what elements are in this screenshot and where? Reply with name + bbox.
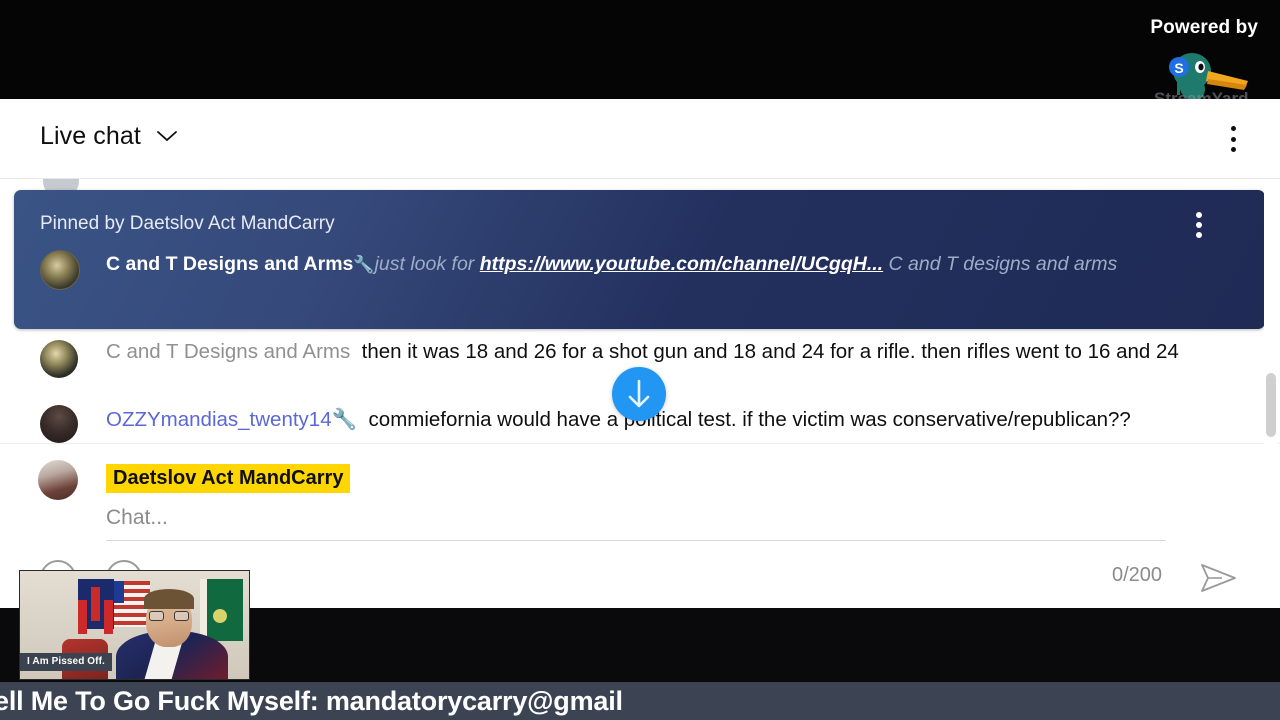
dot — [1230, 126, 1236, 131]
wrench-icon: 🔧 — [353, 255, 375, 274]
send-icon[interactable] — [1200, 561, 1238, 595]
avatar[interactable] — [40, 405, 78, 443]
pinned-message-body: C and T Designs and Arms🔧just look for h… — [106, 248, 1186, 281]
chevron-down-icon[interactable] — [156, 129, 178, 143]
dot — [1230, 136, 1236, 142]
banner-text: ell Me To Go Fuck Myself: mandatorycarry… — [0, 686, 623, 716]
scrollbar-track[interactable] — [1264, 180, 1278, 560]
dot — [1230, 147, 1236, 152]
chat-author-name[interactable]: C and T Designs and Arms — [106, 340, 350, 363]
glasses-icon — [149, 611, 189, 621]
powered-by-label: Powered by — [1150, 17, 1258, 38]
blue-flag — [78, 579, 114, 629]
bottom-banner: ell Me To Go Fuck Myself: mandatorycarry… — [0, 682, 1280, 720]
webcam-caption: I Am Pissed Off. — [20, 653, 112, 671]
arrow-down-icon — [628, 379, 650, 408]
page-title: Live chat — [40, 122, 141, 150]
chat-author-name[interactable]: OZZYmandias_twenty14 — [106, 408, 332, 431]
avatar[interactable] — [40, 340, 78, 378]
wrench-icon: 🔧 — [331, 408, 358, 431]
scrollbar-thumb[interactable] — [1266, 373, 1276, 437]
chat-message-text: commiefornia would have a political test… — [368, 408, 1131, 431]
pinned-message-link[interactable]: https://www.youtube.com/channel/UCgqH... — [480, 253, 883, 275]
avatar — [40, 250, 80, 290]
char-counter: 0/200 — [1112, 564, 1163, 586]
avatar[interactable] — [38, 460, 78, 500]
svg-text:S: S — [1174, 60, 1183, 76]
dot — [1196, 212, 1202, 218]
chat-message-body: C and T Designs and Arms then it was 18 … — [106, 338, 1206, 365]
dot — [1196, 232, 1202, 238]
pinned-author-name[interactable]: C and T Designs and Arms — [106, 253, 353, 275]
pinned-message-pre: just look for — [374, 253, 480, 275]
pinned-message-options-button[interactable] — [1186, 210, 1212, 240]
streamyard-duck-logo: S StreamYard — [1154, 53, 1249, 105]
pinned-message-card[interactable]: Pinned by Daetslov Act MandCarry C and T… — [14, 190, 1265, 329]
lens — [174, 611, 189, 621]
scroll-to-bottom-button[interactable] — [612, 367, 666, 421]
chat-options-button[interactable] — [1220, 124, 1246, 154]
pinned-by-label: Pinned by Daetslov Act MandCarry — [40, 213, 335, 234]
chat-header: Live chat — [0, 99, 1280, 179]
lens — [149, 611, 164, 621]
composer-username-badge[interactable]: Daetslov Act MandCarry — [106, 464, 351, 493]
stream-screen: Powered by S StreamYard Live chat Pinned… — [0, 0, 1280, 720]
chat-input[interactable] — [106, 506, 1166, 541]
top-black-bar: Powered by S StreamYard — [0, 0, 1280, 105]
dot — [1196, 222, 1202, 228]
chat-message-text: then it was 18 and 26 for a shot gun and… — [361, 340, 1179, 363]
webcam-overlay[interactable]: I Am Pissed Off. — [19, 570, 250, 680]
pinned-message-post: C and T designs and arms — [883, 253, 1118, 275]
green-flag — [200, 579, 243, 641]
person-hair — [144, 589, 194, 609]
